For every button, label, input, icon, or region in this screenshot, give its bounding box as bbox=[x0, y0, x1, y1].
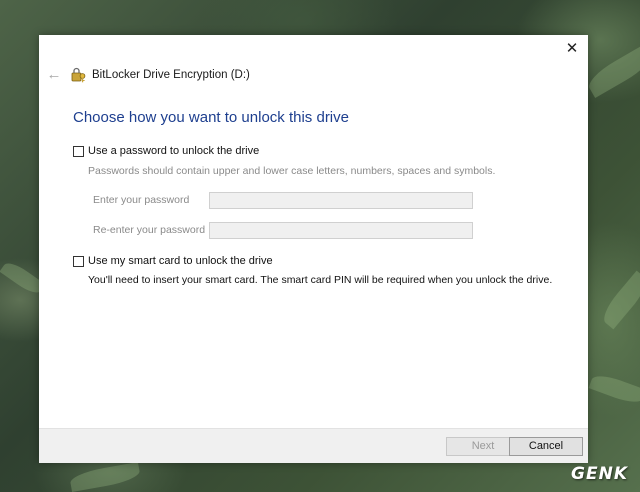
smartcard-option[interactable]: Use my smart card to unlock the drive bbox=[73, 255, 273, 267]
password-option-label[interactable]: Use a password to unlock the drive bbox=[88, 145, 259, 157]
bitlocker-dialog: ✕ ← BitLocker Drive Encryption (D:) Choo… bbox=[39, 35, 588, 463]
desktop-background: ✕ ← BitLocker Drive Encryption (D:) Choo… bbox=[0, 0, 640, 492]
close-icon: ✕ bbox=[565, 40, 579, 57]
smartcard-checkbox[interactable] bbox=[73, 255, 84, 267]
cancel-button[interactable]: Cancel bbox=[509, 437, 583, 456]
background-leaf bbox=[68, 462, 142, 492]
password-hint: Passwords should contain upper and lower… bbox=[88, 165, 496, 177]
enter-password-field[interactable] bbox=[209, 192, 473, 209]
page-title: Choose how you want to unlock this drive bbox=[73, 109, 349, 126]
reenter-password-label: Re-enter your password bbox=[93, 224, 206, 236]
smartcard-option-label[interactable]: Use my smart card to unlock the drive bbox=[88, 255, 273, 267]
background-leaf bbox=[588, 371, 640, 407]
dialog-footer: Next Cancel bbox=[39, 428, 588, 463]
reenter-password-field[interactable] bbox=[209, 222, 473, 239]
password-checkbox[interactable] bbox=[73, 145, 84, 157]
title-bar: ← BitLocker Drive Encryption (D:) bbox=[45, 65, 250, 85]
back-arrow-icon[interactable]: ← bbox=[45, 66, 63, 84]
enter-password-label: Enter your password bbox=[93, 194, 190, 206]
genk-watermark-logo: GENK bbox=[571, 464, 628, 484]
background-leaf bbox=[598, 270, 640, 330]
background-leaf bbox=[584, 43, 640, 99]
close-button[interactable]: ✕ bbox=[562, 39, 582, 59]
window-title: BitLocker Drive Encryption (D:) bbox=[92, 69, 250, 81]
password-option[interactable]: Use a password to unlock the drive bbox=[73, 145, 259, 157]
smartcard-hint: You'll need to insert your smart card. T… bbox=[88, 274, 553, 286]
bitlocker-key-icon bbox=[71, 67, 86, 83]
